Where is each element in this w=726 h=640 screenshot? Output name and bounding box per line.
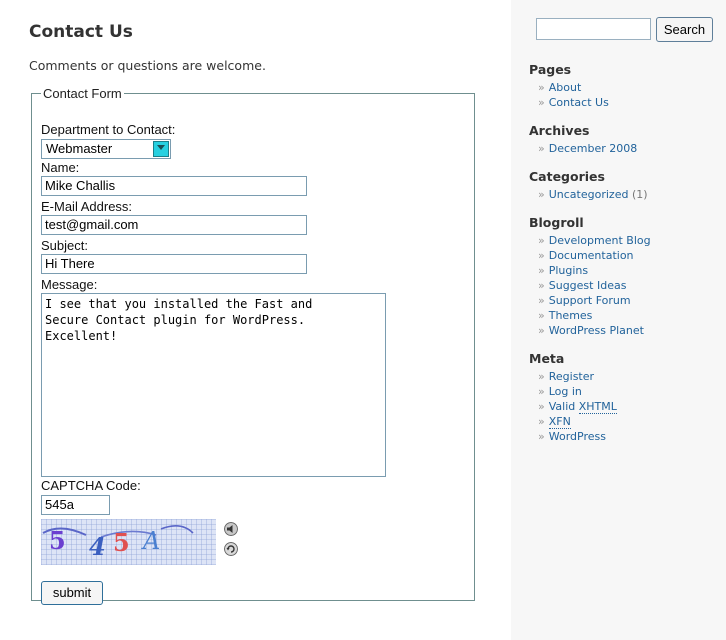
- categories-list: Uncategorized (1): [538, 187, 648, 202]
- link-wordpress[interactable]: WordPress: [549, 430, 606, 443]
- list-item: WordPress Planet: [538, 323, 651, 338]
- page-title: Contact Us: [29, 22, 133, 42]
- search-input[interactable]: [536, 18, 651, 40]
- list-item: WordPress: [538, 429, 617, 444]
- captcha-char: 5: [113, 528, 130, 557]
- main-content: Contact Us Comments or questions are wel…: [0, 0, 510, 640]
- link-development-blog[interactable]: Development Blog: [549, 234, 651, 247]
- list-item: XFN: [538, 414, 617, 429]
- blogroll-heading: Blogroll: [529, 215, 584, 230]
- blogroll-list: Development Blog Documentation Plugins S…: [538, 233, 651, 338]
- department-select[interactable]: Webmaster: [41, 139, 171, 159]
- name-label: Name:: [41, 160, 80, 175]
- list-item: Themes: [538, 308, 651, 323]
- email-label: E-Mail Address:: [41, 199, 133, 214]
- list-item: Support Forum: [538, 293, 651, 308]
- categories-heading: Categories: [529, 169, 605, 184]
- list-item: Contact Us: [538, 95, 609, 110]
- search-button[interactable]: Search: [656, 17, 713, 42]
- category-count: (1): [631, 188, 648, 201]
- link-documentation[interactable]: Documentation: [549, 249, 634, 262]
- list-item: Suggest Ideas: [538, 278, 651, 293]
- refresh-icon[interactable]: [224, 542, 238, 556]
- captcha-char: 5: [49, 526, 66, 555]
- archives-list: December 2008: [538, 141, 638, 156]
- contact-form: Contact Form Department to Contact: Webm…: [31, 86, 475, 605]
- list-item: Valid XHTML: [538, 399, 617, 414]
- message-label: Message:: [41, 277, 98, 292]
- link-valid-xhtml[interactable]: Valid XHTML: [549, 400, 617, 414]
- link-log-in[interactable]: Log in: [549, 385, 582, 398]
- link-xfn[interactable]: XFN: [548, 415, 571, 429]
- chevron-down-icon[interactable]: [153, 141, 169, 157]
- captcha-char: A: [141, 527, 160, 555]
- xhtml-abbr: XHTML: [578, 400, 617, 414]
- link-suggest-ideas[interactable]: Suggest Ideas: [549, 279, 627, 292]
- sidebar: Search Pages About Contact Us Archives D…: [511, 0, 726, 640]
- subject-field[interactable]: Hi There: [41, 254, 307, 274]
- meta-heading: Meta: [529, 351, 565, 366]
- pages-list: About Contact Us: [538, 80, 609, 110]
- list-item: Plugins: [538, 263, 651, 278]
- archives-heading: Archives: [529, 123, 590, 138]
- captcha-input[interactable]: 545a: [41, 495, 110, 515]
- link-contact-us[interactable]: Contact Us: [549, 96, 609, 109]
- list-item: About: [538, 80, 609, 95]
- list-item: Log in: [538, 384, 617, 399]
- speaker-icon[interactable]: [224, 522, 238, 536]
- submit-button[interactable]: submit: [41, 581, 103, 605]
- subject-label: Subject:: [41, 238, 88, 253]
- email-field[interactable]: test@gmail.com: [41, 215, 307, 235]
- link-wordpress-planet[interactable]: WordPress Planet: [549, 324, 644, 337]
- captcha-char: 4: [89, 532, 106, 561]
- link-uncategorized[interactable]: Uncategorized: [549, 188, 629, 201]
- list-item: Documentation: [538, 248, 651, 263]
- contact-form-legend: Contact Form: [43, 86, 122, 101]
- link-plugins[interactable]: Plugins: [549, 264, 588, 277]
- message-textarea[interactable]: I see that you installed the Fast and Se…: [41, 293, 386, 477]
- captcha-label: CAPTCHA Code:: [41, 478, 141, 493]
- meta-list: Register Log in Valid XHTML XFN WordPres…: [538, 369, 617, 444]
- link-december-2008[interactable]: December 2008: [549, 142, 638, 155]
- department-label: Department to Contact:: [41, 122, 176, 137]
- pages-heading: Pages: [529, 62, 572, 77]
- list-item: Development Blog: [538, 233, 651, 248]
- link-about[interactable]: About: [549, 81, 582, 94]
- link-themes[interactable]: Themes: [549, 309, 593, 322]
- list-item: Uncategorized (1): [538, 187, 648, 202]
- list-item: December 2008: [538, 141, 638, 156]
- xfn-abbr: XFN: [548, 415, 571, 429]
- name-field[interactable]: Mike Challis: [41, 176, 307, 196]
- captcha-image: 5 4 5 A: [41, 519, 216, 565]
- link-support-forum[interactable]: Support Forum: [549, 294, 631, 307]
- department-selected-value: Webmaster: [46, 141, 113, 156]
- link-register[interactable]: Register: [549, 370, 594, 383]
- page-intro: Comments or questions are welcome.: [29, 58, 266, 73]
- valid-prefix: Valid: [548, 400, 576, 413]
- list-item: Register: [538, 369, 617, 384]
